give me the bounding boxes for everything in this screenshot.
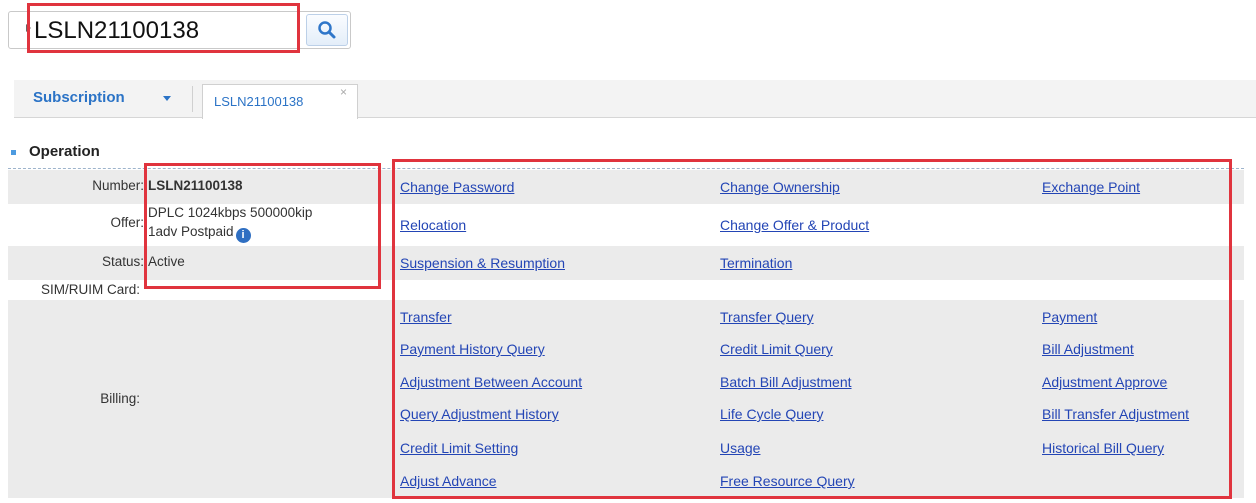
tab-subscription-detail-label[interactable]: LSLN21100138	[214, 94, 303, 109]
chevron-down-icon[interactable]	[163, 96, 171, 101]
offer-label: Offer:	[110, 215, 144, 230]
tab-separator	[192, 86, 193, 112]
tab-subscription-label[interactable]: Subscription	[33, 89, 125, 106]
subscriber-info-highlight-box	[144, 163, 381, 289]
tab-bar	[14, 80, 1256, 118]
close-icon[interactable]: ×	[340, 85, 347, 99]
number-label: Number:	[92, 178, 144, 193]
search-icon	[318, 21, 336, 39]
section-title: Operation	[29, 143, 100, 160]
billing-label: Billing:	[100, 391, 140, 406]
search-highlight-box	[27, 3, 300, 53]
section-bullet-icon	[11, 150, 16, 155]
operations-highlight-box	[392, 159, 1232, 499]
status-label: Status:	[101, 254, 144, 269]
sim-card-label: SIM/RUIM Card:	[40, 282, 140, 297]
search-button[interactable]	[306, 14, 348, 46]
